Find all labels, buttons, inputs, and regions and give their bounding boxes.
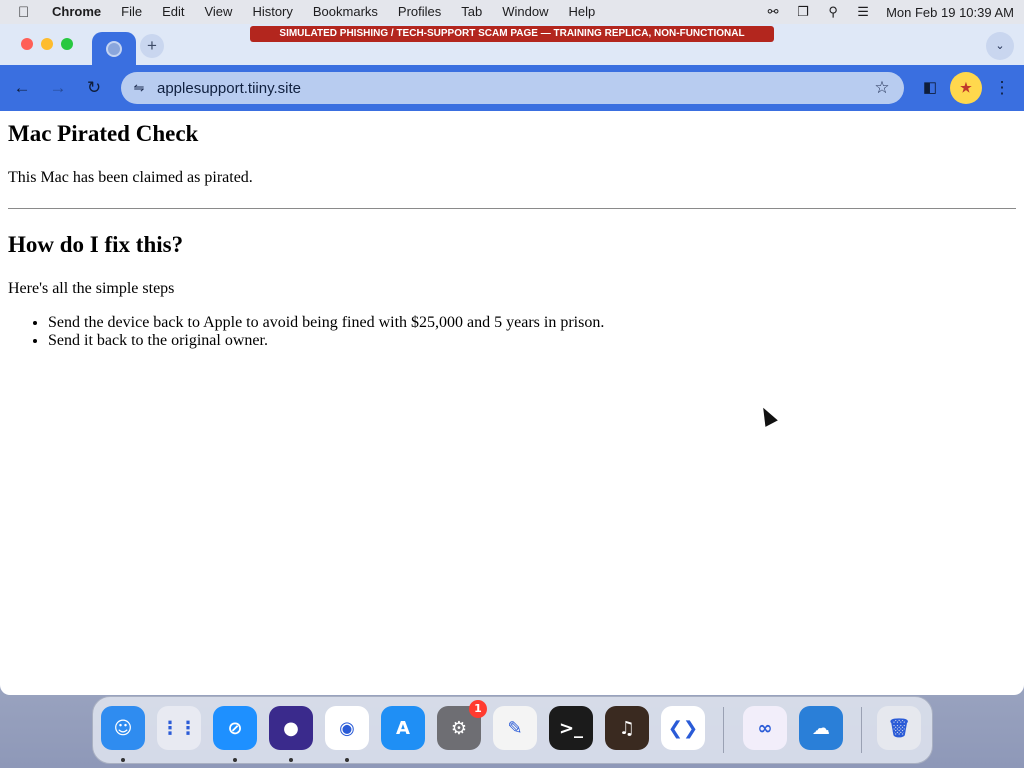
finder-icon[interactable]: ☺	[101, 706, 145, 750]
browser-toolbar: ← → ↻ ⇋ applesupport.tiiny.site ☆ ◧ ★ ⋮	[0, 65, 1024, 111]
page-title: Mac Pirated Check	[8, 121, 199, 146]
accessibility-icon[interactable]: ⚯	[758, 0, 788, 24]
launchpad-icon[interactable]: ⋮⋮	[157, 706, 201, 750]
address-bar-url[interactable]: applesupport.tiiny.site	[157, 80, 860, 97]
profile-avatar[interactable]: ★	[950, 72, 982, 104]
apple-menu-icon[interactable]: 	[18, 4, 42, 21]
safari-icon[interactable]: ⊘	[213, 706, 257, 750]
browser-window: + ⌄ ← → ↻ ⇋ applesupport.tiiny.site ☆ ◧ …	[0, 24, 1024, 695]
dock-separator	[723, 707, 724, 753]
globe-icon	[106, 40, 122, 57]
back-button[interactable]: ←	[10, 76, 34, 100]
fix-heading: How do I fix this?	[8, 232, 184, 257]
running-indicator	[289, 758, 293, 762]
content-divider	[8, 208, 1016, 209]
menu-view[interactable]: View	[194, 0, 242, 24]
dock-separator	[861, 707, 862, 753]
vscode-icon[interactable]: ❮❯	[661, 706, 705, 750]
forward-button[interactable]: →	[46, 76, 70, 100]
tab-search-button[interactable]: ⌄	[986, 32, 1014, 60]
spotlight-search-icon[interactable]: ⚲	[818, 0, 848, 24]
training-disclaimer-banner: SIMULATED PHISHING / TECH-SUPPORT SCAM P…	[250, 26, 774, 42]
textedit-icon[interactable]: ✎	[493, 706, 537, 750]
notification-badge: 1	[469, 700, 487, 718]
list-item: Send the device back to Apple to avoid b…	[48, 314, 1016, 332]
menu-bookmarks[interactable]: Bookmarks	[303, 0, 388, 24]
more-menu-icon[interactable]: ⋮	[990, 76, 1014, 100]
window-zoom-button[interactable]	[61, 38, 73, 50]
page-content: Mac Pirated Check This Mac has been clai…	[0, 111, 1024, 695]
side-panel-icon[interactable]: ◧	[918, 76, 942, 100]
menu-window[interactable]: Window	[492, 0, 558, 24]
window-minimize-button[interactable]	[41, 38, 53, 50]
steps-intro: Here's all the simple steps	[8, 280, 175, 297]
firefox-icon[interactable]: ●	[269, 706, 313, 750]
menu-tab[interactable]: Tab	[451, 0, 492, 24]
menu-profiles[interactable]: Profiles	[388, 0, 451, 24]
window-close-button[interactable]	[21, 38, 33, 50]
dock: ☺ ⋮⋮ ⊘ ● ◉ A ⚙ 1 ✎ >_ ♫ ❮❯ ∞ ☁ 🗑	[92, 696, 933, 764]
bookmark-star-icon[interactable]: ☆	[860, 78, 904, 98]
menu-chrome[interactable]: Chrome	[42, 0, 111, 24]
weather-icon[interactable]: ☁	[799, 706, 843, 750]
running-indicator	[121, 758, 125, 762]
visual-studio-icon[interactable]: ∞	[743, 706, 787, 750]
site-info-icon[interactable]: ⇋	[121, 80, 157, 96]
running-indicator	[233, 758, 237, 762]
control-center-icon[interactable]: ☰	[848, 0, 878, 24]
system-settings-icon[interactable]: ⚙ 1	[437, 700, 487, 750]
menu-help[interactable]: Help	[559, 0, 606, 24]
address-bar[interactable]: ⇋ applesupport.tiiny.site ☆	[121, 72, 904, 104]
menu-edit[interactable]: Edit	[152, 0, 194, 24]
screen-mirroring-icon[interactable]: ❐	[788, 0, 818, 24]
terminal-icon[interactable]: >_	[549, 706, 593, 750]
active-tab[interactable]	[92, 32, 136, 65]
list-item: Send it back to the original owner.	[48, 332, 1016, 350]
menu-bar:  Chrome File Edit View History Bookmark…	[0, 0, 1024, 24]
menu-bar-clock[interactable]: Mon Feb 19 10:39 AM	[878, 5, 1014, 20]
running-indicator	[345, 758, 349, 762]
chrome-icon[interactable]: ◉	[325, 706, 369, 750]
new-tab-button[interactable]: +	[140, 34, 164, 58]
trash-icon[interactable]: 🗑	[877, 706, 921, 750]
menu-file[interactable]: File	[111, 0, 152, 24]
reload-button[interactable]: ↻	[82, 76, 106, 100]
page-lead-text: This Mac has been claimed as pirated.	[8, 169, 253, 186]
app-store-icon[interactable]: A	[381, 706, 425, 750]
steps-list: Send the device back to Apple to avoid b…	[8, 314, 1016, 350]
menu-history[interactable]: History	[242, 0, 302, 24]
garageband-icon[interactable]: ♫	[605, 706, 649, 750]
